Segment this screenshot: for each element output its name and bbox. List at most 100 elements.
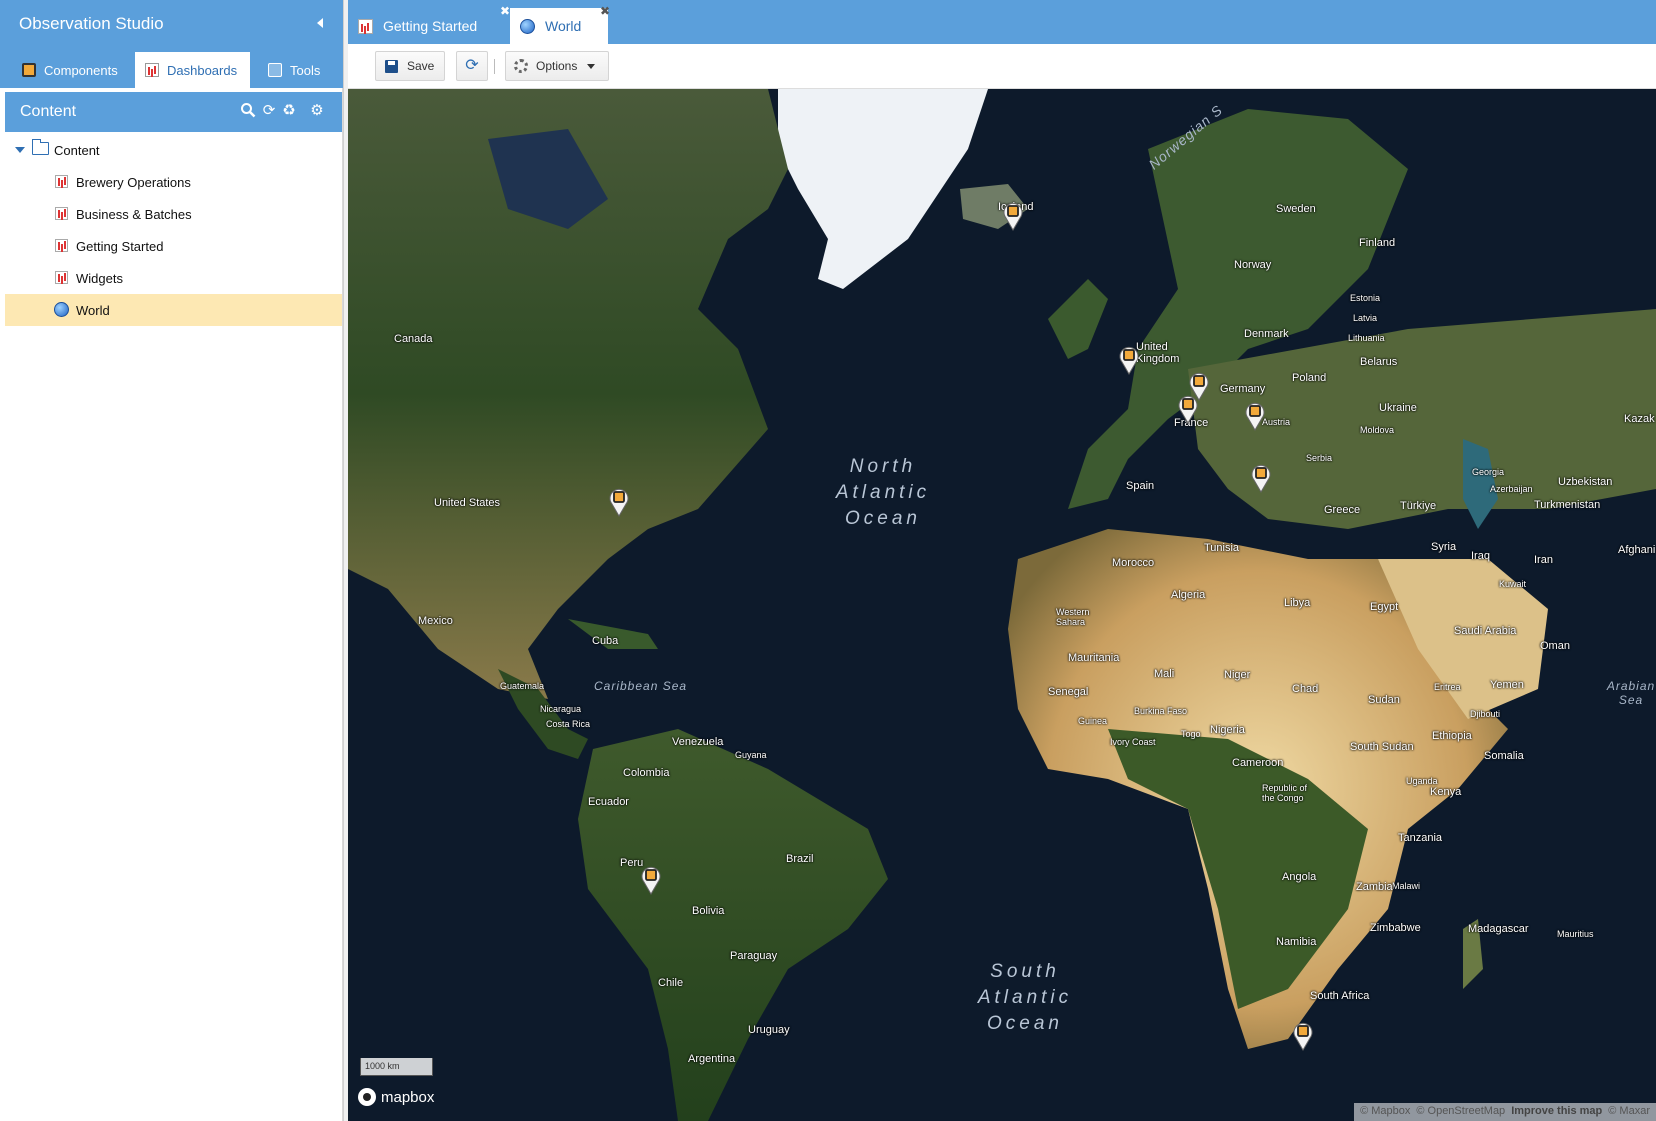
app-root: Observation Studio Components Dashboards… — [0, 0, 1656, 1121]
toolbar: Save ⟳ Options — [348, 44, 1656, 89]
save-icon — [385, 59, 398, 73]
recycle-icon[interactable]: ♻ — [280, 102, 298, 120]
country-label: Colombia — [623, 767, 670, 779]
map-marker[interactable] — [1177, 394, 1199, 424]
map-marker[interactable] — [1244, 401, 1266, 431]
country-label: Oman — [1540, 640, 1570, 652]
country-label: Egypt — [1370, 601, 1399, 613]
country-label: Niger — [1224, 669, 1251, 681]
tab-getting-started-label: Getting Started — [383, 18, 478, 34]
world-map[interactable]: North Atlantic Ocean South Atlantic Ocea… — [348, 89, 1656, 1121]
country-label: Tunisia — [1204, 542, 1240, 554]
country-label: Guyana — [735, 750, 767, 760]
tree-item-brewery-operations[interactable]: Brewery Operations — [5, 166, 342, 198]
country-label: Venezuela — [672, 736, 724, 748]
country-label: Kuwait — [1499, 579, 1527, 589]
ocean-label-line: North — [849, 456, 917, 477]
search-icon[interactable] — [239, 102, 257, 120]
tab-dashboards[interactable]: Dashboards — [135, 52, 250, 88]
tab-world[interactable]: World ✖ — [510, 5, 610, 44]
tab-dashboards-label: Dashboards — [167, 62, 238, 78]
country-label: Mauritius — [1557, 929, 1594, 939]
country-label: Azerbaijan — [1490, 484, 1533, 494]
app-title: Observation Studio — [19, 14, 164, 33]
country-label: Somalia — [1484, 750, 1524, 762]
tree-item-world[interactable]: World — [5, 294, 342, 326]
map-marker[interactable] — [1250, 463, 1272, 493]
gear-icon — [514, 59, 528, 73]
close-icon[interactable]: ✖ — [600, 5, 610, 17]
tree-item-getting-started[interactable]: Getting Started — [5, 230, 342, 262]
document-tabbar: Getting Started ✖ World ✖ — [348, 0, 1656, 44]
map-marker[interactable] — [640, 865, 662, 895]
attribution-maxar-link[interactable]: © Maxar — [1608, 1105, 1650, 1119]
country-label: Zambia — [1356, 881, 1393, 893]
gear-icon[interactable]: ⚙ — [308, 102, 326, 120]
map-pin-icon — [1251, 464, 1271, 493]
mapbox-logo[interactable]: mapbox — [358, 1088, 434, 1106]
save-button[interactable]: Save — [375, 51, 445, 81]
country-label: Austria — [1262, 417, 1291, 427]
content-panel-header: Content ⟳ ♻ ⚙ — [5, 92, 342, 132]
country-label: Paraguay — [730, 950, 778, 962]
close-icon[interactable]: ✖ — [500, 5, 510, 17]
refresh-button[interactable]: ⟳ — [456, 51, 488, 81]
options-button[interactable]: Options — [505, 51, 609, 81]
country-label: Spain — [1126, 480, 1155, 492]
country-label: Guinea — [1078, 716, 1108, 726]
tree-item-widgets[interactable]: Widgets — [5, 262, 342, 294]
globe-icon — [54, 302, 69, 317]
tab-tools[interactable]: Tools — [258, 52, 330, 88]
country-label: Uzbekistan — [1558, 476, 1613, 488]
collapse-sidebar-icon[interactable] — [317, 18, 323, 28]
country-label: Ivory Coast — [1110, 737, 1156, 747]
tab-components-label: Components — [44, 62, 118, 78]
country-label: Uruguay — [748, 1024, 790, 1036]
country-label: Brazil — [786, 853, 814, 865]
country-label: Canada — [394, 333, 433, 345]
country-label: Libya — [1284, 597, 1311, 609]
options-label: Options — [536, 59, 578, 73]
components-icon — [22, 63, 36, 77]
dashboards-icon — [145, 63, 159, 77]
content-tree: Content Brewery Operations Business & Ba… — [5, 134, 342, 326]
country-label: Ecuador — [588, 796, 629, 808]
country-label: Namibia — [1276, 936, 1317, 948]
tab-getting-started[interactable]: Getting Started ✖ — [348, 5, 510, 44]
country-label: Latvia — [1353, 313, 1378, 323]
attribution-osm-link[interactable]: © OpenStreetMap — [1416, 1105, 1505, 1119]
refresh-icon[interactable]: ⟳ — [260, 102, 278, 120]
country-label: Djibouti — [1470, 709, 1501, 719]
tab-components[interactable]: Components — [12, 52, 128, 88]
country-label: Mauritania — [1068, 652, 1120, 664]
country-label: Iraq — [1471, 550, 1490, 562]
mapbox-logo-text: mapbox — [381, 1088, 435, 1106]
country-label: Poland — [1292, 372, 1327, 384]
country-label: South Africa — [1310, 990, 1370, 1002]
country-label: Costa Rica — [546, 719, 591, 729]
refresh-icon: ⟳ — [465, 57, 479, 74]
map-marker[interactable] — [608, 487, 630, 517]
map-pin-icon — [609, 488, 629, 517]
tree-item-label: Brewery Operations — [76, 174, 191, 190]
country-label: Iran — [1534, 554, 1553, 566]
map-marker[interactable] — [1292, 1021, 1314, 1051]
map-marker[interactable] — [1118, 345, 1140, 375]
country-label-line: Kingdom — [1136, 353, 1180, 365]
expand-toggle-icon[interactable] — [15, 147, 25, 153]
country-label: Nigeria — [1210, 724, 1245, 736]
country-label-line: the Congo — [1262, 793, 1304, 803]
country-label: Cuba — [592, 635, 619, 647]
map-scale-bar: 1000 km — [360, 1058, 433, 1076]
country-label: Georgia — [1472, 467, 1505, 477]
tree-item-business-batches[interactable]: Business & Batches — [5, 198, 342, 230]
sea-label-arabian: Arabian Sea — [1606, 679, 1656, 707]
map-pin-icon — [1003, 202, 1023, 231]
country-label: Ethiopia — [1432, 730, 1472, 742]
map-marker[interactable] — [1002, 201, 1024, 231]
tree-root-content[interactable]: Content — [5, 134, 342, 166]
attribution-mapbox-link[interactable]: © Mapbox — [1360, 1105, 1410, 1119]
main-area: Getting Started ✖ World ✖ Save ⟳ Options — [348, 0, 1656, 1121]
improve-map-link[interactable]: Improve this map — [1511, 1105, 1602, 1119]
tools-icon — [268, 63, 282, 77]
